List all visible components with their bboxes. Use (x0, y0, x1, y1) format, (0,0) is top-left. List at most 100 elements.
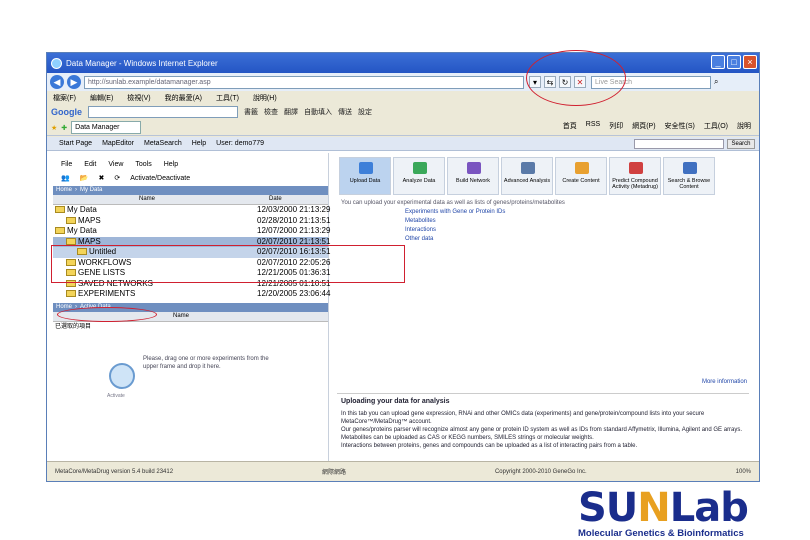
status-zone: 網際網路 (322, 470, 347, 476)
menu-app-help[interactable]: Help (192, 140, 206, 147)
cmd-safety[interactable]: 安全性(S) (665, 121, 695, 131)
tile-label: Upload Data (349, 178, 381, 184)
link-metabolites[interactable]: Metabolites (337, 217, 759, 226)
status-bar: MetaCore/MetaDrug version 5.4 build 2341… (47, 461, 759, 481)
sunlab-logo: SUNLab Molecular Genetics & Bioinformati… (578, 488, 794, 539)
url-input[interactable]: http://sunlab.example/datamanager.asp (84, 75, 524, 89)
google-send[interactable]: 傳送 (338, 107, 352, 117)
menu-help[interactable]: 說明(H) (253, 93, 277, 103)
cmd-home[interactable]: 首頁 (563, 121, 577, 131)
forward-icon[interactable]: ▶ (67, 75, 81, 89)
action-tiles: Upload Data Analyze Data Build Network Adva… (337, 153, 759, 199)
google-bookmarks[interactable]: 書籤 (244, 107, 258, 117)
app-search-button[interactable]: Search (727, 139, 755, 149)
menu-start-page[interactable]: Start Page (59, 140, 92, 147)
tile-label: Build Network (456, 178, 490, 184)
action-tile[interactable]: Advanced Analysis (501, 157, 553, 195)
crumb-home[interactable]: Home (56, 186, 72, 195)
tile-label: Analyze Data (402, 178, 436, 184)
tree-row[interactable]: My Data 12/03/2000 21:13:29 (53, 205, 331, 216)
favorites-star-icon[interactable]: ★ (51, 124, 57, 132)
tile-icon (629, 162, 643, 174)
address-bar: ◀ ▶ http://sunlab.example/datamanager.as… (47, 73, 759, 91)
tab-data-manager[interactable]: Data Manager (71, 121, 142, 134)
menu-file[interactable]: 檔案(F) (53, 93, 76, 103)
menu-tools[interactable]: 工具(T) (216, 93, 239, 103)
tree-row[interactable]: My Data 12/07/2000 21:13:29 (53, 226, 330, 237)
minimize-button[interactable]: _ (711, 55, 725, 69)
window-title: Data Manager - Windows Internet Explorer (66, 58, 218, 68)
tile-icon (413, 162, 427, 174)
tree-row-name: My Data (55, 226, 97, 235)
cmd-tools[interactable]: 工具(O) (704, 121, 728, 131)
pane-menu-edit[interactable]: Edit (84, 161, 96, 168)
col-date[interactable]: Date (269, 196, 282, 202)
pane-toolbar: 👥 📂 ✖ ⟳ Activate/Deactivate (53, 170, 328, 186)
col-name[interactable]: Name (139, 196, 155, 202)
google-search-input[interactable] (88, 106, 238, 118)
back-icon[interactable]: ◀ (50, 75, 64, 89)
users-icon[interactable]: 👥 (61, 174, 70, 182)
google-autofill[interactable]: 自動填入 (304, 107, 332, 117)
cmd-print[interactable]: 列印 (609, 121, 623, 131)
sunlab-subtitle: Molecular Genetics & Bioinformatics (578, 528, 744, 539)
pane-menu-tools[interactable]: Tools (135, 161, 151, 168)
action-tile[interactable]: Upload Data (339, 157, 391, 195)
active-col-name[interactable]: Name (173, 313, 189, 319)
more-info-link[interactable]: More information (702, 379, 747, 385)
cmd-rss[interactable]: RSS (586, 121, 600, 131)
delete-icon[interactable]: ✖ (98, 174, 104, 182)
pane-menu-file[interactable]: File (61, 161, 72, 168)
action-tile[interactable]: Create Content (555, 157, 607, 195)
active-item[interactable]: 已選取的項目 (53, 322, 328, 332)
pane-menu-help[interactable]: Help (164, 161, 178, 168)
menu-view[interactable]: 檢視(V) (127, 93, 150, 103)
menu-metasearch[interactable]: MetaSearch (144, 140, 182, 147)
close-button[interactable]: × (743, 55, 757, 69)
menu-map-editor[interactable]: MapEditor (102, 140, 134, 147)
folder-open-icon[interactable]: 📂 (80, 174, 89, 182)
annotation-ellipse-maps (57, 307, 157, 322)
pane-menu: File Edit View Tools Help (53, 153, 328, 170)
upload-title: Uploading your data for analysis (341, 398, 450, 405)
tree-header: Name Date (53, 195, 328, 205)
menu-user[interactable]: User: demo779 (216, 140, 264, 147)
add-favorite-icon[interactable]: ✚ (61, 124, 67, 132)
action-tile[interactable]: Search & Browse Content (663, 157, 715, 195)
upload-help: Uploading your data for analysis In this… (337, 393, 749, 450)
folder-icon (66, 237, 76, 245)
status-zoom[interactable]: 100% (736, 469, 751, 475)
tree-row-date: 12/03/2000 21:13:29 (257, 205, 331, 214)
action-tile[interactable]: Analyze Data (393, 157, 445, 195)
google-settings[interactable]: 設定 (358, 107, 372, 117)
maximize-button[interactable]: □ (727, 55, 741, 69)
link-other[interactable]: Other data (337, 235, 759, 244)
cmd-help[interactable]: 說明 (737, 121, 751, 131)
menu-edit[interactable]: 編輯(E) (90, 93, 113, 103)
refresh-tree-icon[interactable]: ⟳ (114, 174, 120, 182)
google-translate[interactable]: 翻譯 (284, 107, 298, 117)
tree-row-date: 02/28/2010 21:13:51 (257, 215, 331, 225)
search-icon[interactable]: ⌕ (714, 77, 718, 87)
cmd-page[interactable]: 網頁(P) (632, 121, 655, 131)
pane-menu-view[interactable]: View (108, 161, 123, 168)
upload-para-2: Our genes/proteins parser will recognize… (341, 427, 743, 433)
upload-para-3: Metabolites can be uploaded as CAS or KE… (341, 435, 594, 441)
google-check[interactable]: 檢查 (264, 107, 278, 117)
crumb-my-data[interactable]: My Data (80, 186, 102, 195)
tile-icon (683, 162, 697, 174)
app-search-input[interactable] (634, 139, 724, 149)
drop-instructions: Please, drag one or more experiments fro… (143, 356, 269, 370)
link-interactions[interactable]: Interactions (337, 226, 759, 235)
action-pane: Upload Data Analyze Data Build Network Adva… (337, 153, 759, 463)
link-experiments[interactable]: Experiments with Gene or Protein IDs (337, 208, 759, 217)
activate-button[interactable]: Activate/Deactivate (130, 175, 190, 182)
action-tile[interactable]: Predict Compound Activity (Metadrug) (609, 157, 661, 195)
tree-row[interactable]: EXPERIMENTS 12/20/2005 23:06:44 (53, 289, 331, 300)
action-tile[interactable]: Build Network (447, 157, 499, 195)
tile-label: Search & Browse Content (667, 178, 711, 190)
menu-favorites[interactable]: 我的最愛(A) (165, 93, 202, 103)
tree-row-date: 12/20/2005 23:06:44 (257, 289, 331, 298)
tile-label: Create Content (562, 178, 600, 184)
tree-row[interactable]: MAPS 02/28/2010 21:13:51 (53, 215, 331, 227)
